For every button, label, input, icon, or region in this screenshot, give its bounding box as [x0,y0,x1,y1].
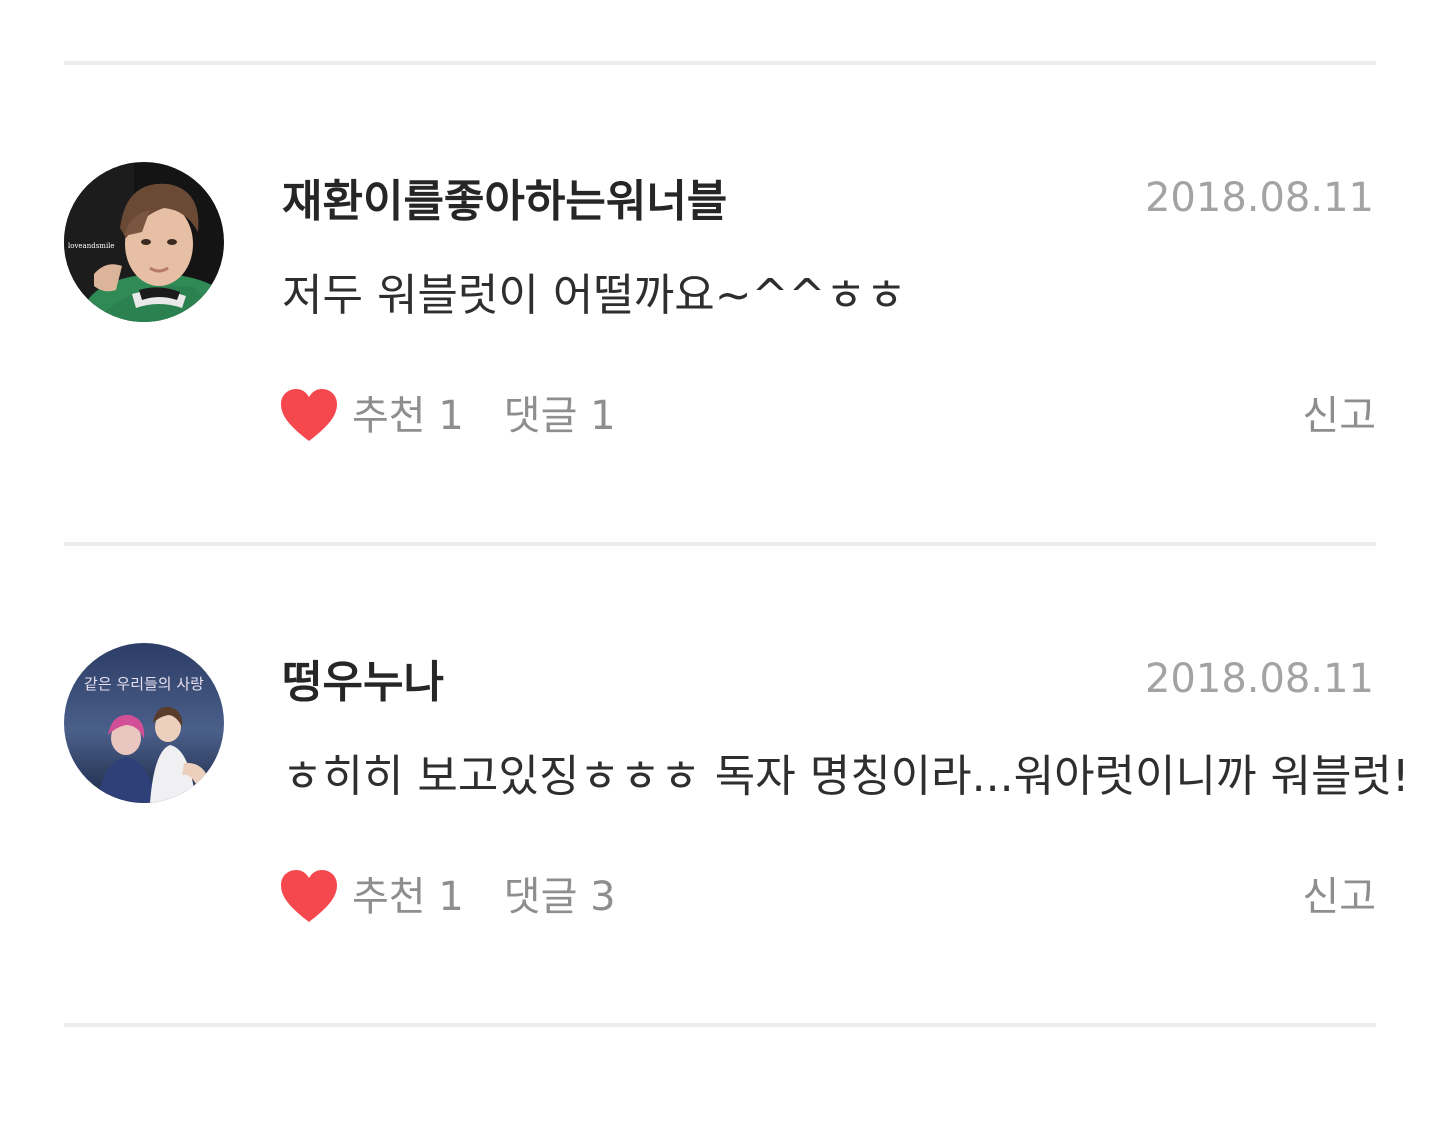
report-button[interactable]: 신고 [1302,388,1376,444]
comment-actions: 추천 1 댓글 1 [280,388,616,444]
comment-author[interactable]: 떵우누나 [282,655,444,711]
profile-photo-icon: 같은 우리들의 사랑 [64,643,224,803]
report-button[interactable]: 신고 [1302,869,1376,925]
divider-bottom [64,1023,1376,1027]
svg-text:loveandsmile: loveandsmile [68,242,115,250]
comment-actions: 추천 1 댓글 3 [280,869,616,925]
heart-icon[interactable] [280,870,338,924]
comment-text: ㅎ히히 보고있징ㅎㅎㅎ 독자 명칭이라...워아럿이니까 워블럿! [282,751,1410,802]
recommend-button[interactable]: 추천 1 [352,869,464,925]
avatar-caption: 같은 우리들의 사랑 [84,675,204,693]
comment-text: 저두 워블럿이 어떨까요~^^ㅎㅎ [282,270,907,321]
divider-middle [64,542,1376,546]
comment-item: loveandsmile 재환이를좋아하는워너블 2018.08.11 저두 워… [0,162,1440,642]
avatar[interactable]: loveandsmile [64,162,224,322]
comment-date: 2018.08.11 [1144,175,1374,221]
reply-button[interactable]: 댓글 1 [504,388,616,444]
divider-top [64,61,1376,65]
profile-photo-icon: loveandsmile [64,162,224,322]
comment-date: 2018.08.11 [1144,656,1374,702]
avatar[interactable]: 같은 우리들의 사랑 [64,643,224,803]
comment-item: 같은 우리들의 사랑 떵우누나 2018.08.11 ㅎ히히 보고있징ㅎㅎㅎ 독… [0,643,1440,1123]
comment-author[interactable]: 재환이를좋아하는워너블 [282,174,727,230]
recommend-button[interactable]: 추천 1 [352,388,464,444]
reply-button[interactable]: 댓글 3 [504,869,616,925]
heart-icon[interactable] [280,389,338,443]
